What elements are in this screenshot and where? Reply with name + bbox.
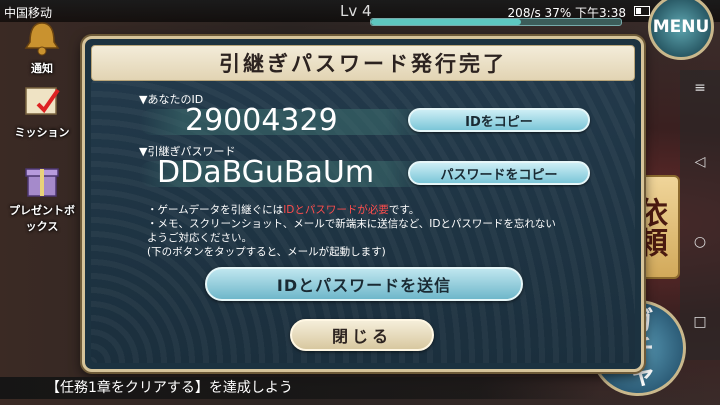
note-line-4: (下のボタンをタップすると、メールが起動します) [147, 246, 386, 258]
note-line-3: ようご対応ください。 [147, 232, 252, 244]
password-dialog: 引継ぎパスワード発行完了 ▼あなたのID 29004329 IDをコピー ▼引継… [82, 36, 644, 372]
transfer-notes: ・ゲームデータを引継ぐにはIDとパスワードが必要です。 ・メモ、スクリーンショッ… [147, 203, 556, 259]
player-level: Lv 4 [340, 2, 372, 20]
menu-lines-icon[interactable]: ≡ [692, 80, 708, 96]
xp-bar [370, 18, 622, 26]
gift-box-icon [25, 168, 59, 197]
back-icon[interactable]: ◁ [692, 154, 708, 170]
system-nav-bar: ≡ ◁ ○ □ [680, 70, 720, 360]
copy-password-button[interactable]: パスワードをコピー [408, 161, 590, 185]
mission-button[interactable]: ミッション [6, 82, 78, 140]
home-icon[interactable]: ○ [692, 234, 708, 250]
id-value: 29004329 [185, 103, 338, 138]
note-line-2: ・メモ、スクリーンショット、メールで新端末に送信など、IDとパスワードを忘れない [147, 218, 556, 230]
xp-bar-fill [371, 19, 521, 25]
warning-text: IDとパスワードが必要 [283, 204, 389, 216]
present-label: プレゼントボックス [9, 204, 75, 233]
battery-icon [634, 6, 650, 16]
bell-icon [24, 22, 60, 56]
scroll-check-icon [25, 87, 60, 115]
send-id-password-button[interactable]: IDとパスワードを送信 [205, 267, 523, 301]
dialog-title: 引継ぎパスワード発行完了 [91, 45, 635, 81]
notice-button[interactable]: 通知 [6, 18, 78, 76]
notice-label: 通知 [31, 62, 53, 75]
close-button[interactable]: 閉じる [290, 319, 434, 351]
copy-id-button[interactable]: IDをコピー [408, 108, 590, 132]
recents-icon[interactable]: □ [692, 314, 708, 330]
mission-label: ミッション [14, 126, 70, 139]
password-value: DDaBGuBaUm [157, 155, 375, 190]
mission-ticker[interactable]: 【任務1章をクリアする】を達成しよう [0, 377, 600, 399]
note-line-1: ・ゲームデータを引継ぐにはIDとパスワードが必要です。 [147, 204, 420, 216]
present-box-button[interactable]: プレゼントボックス [6, 160, 78, 234]
